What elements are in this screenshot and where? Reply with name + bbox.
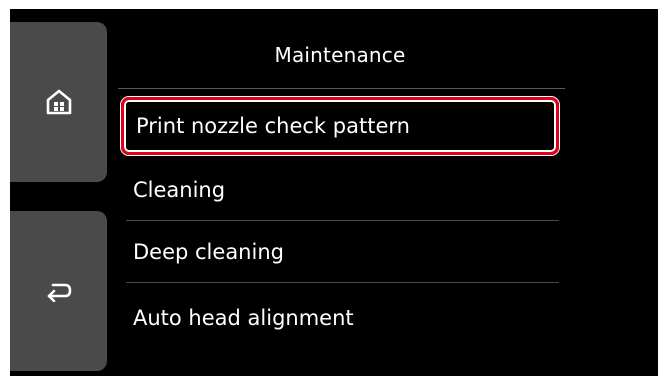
menu-item-label: Auto head alignment	[133, 306, 354, 330]
menu-item-cleaning[interactable]: Cleaning	[118, 159, 565, 221]
menu-item-print-nozzle-check-pattern[interactable]: Print nozzle check pattern	[121, 97, 559, 155]
home-icon	[46, 89, 72, 115]
menu-item-label: Deep cleaning	[133, 240, 284, 264]
back-button[interactable]	[10, 211, 107, 371]
menu-item-label: Cleaning	[133, 178, 226, 202]
screen-title: Maintenance	[274, 43, 406, 67]
back-arrow-icon	[45, 280, 73, 302]
maintenance-menu: Print nozzle check pattern Cleaning Deep…	[118, 89, 565, 331]
printer-lcd-screen: Maintenance Print nozzle check pattern C…	[10, 9, 658, 376]
menu-item-auto-head-alignment[interactable]: Auto head alignment	[118, 283, 565, 331]
menu-item-label: Print nozzle check pattern	[136, 114, 410, 138]
menu-item-deep-cleaning[interactable]: Deep cleaning	[118, 221, 565, 283]
home-button[interactable]	[10, 22, 107, 182]
